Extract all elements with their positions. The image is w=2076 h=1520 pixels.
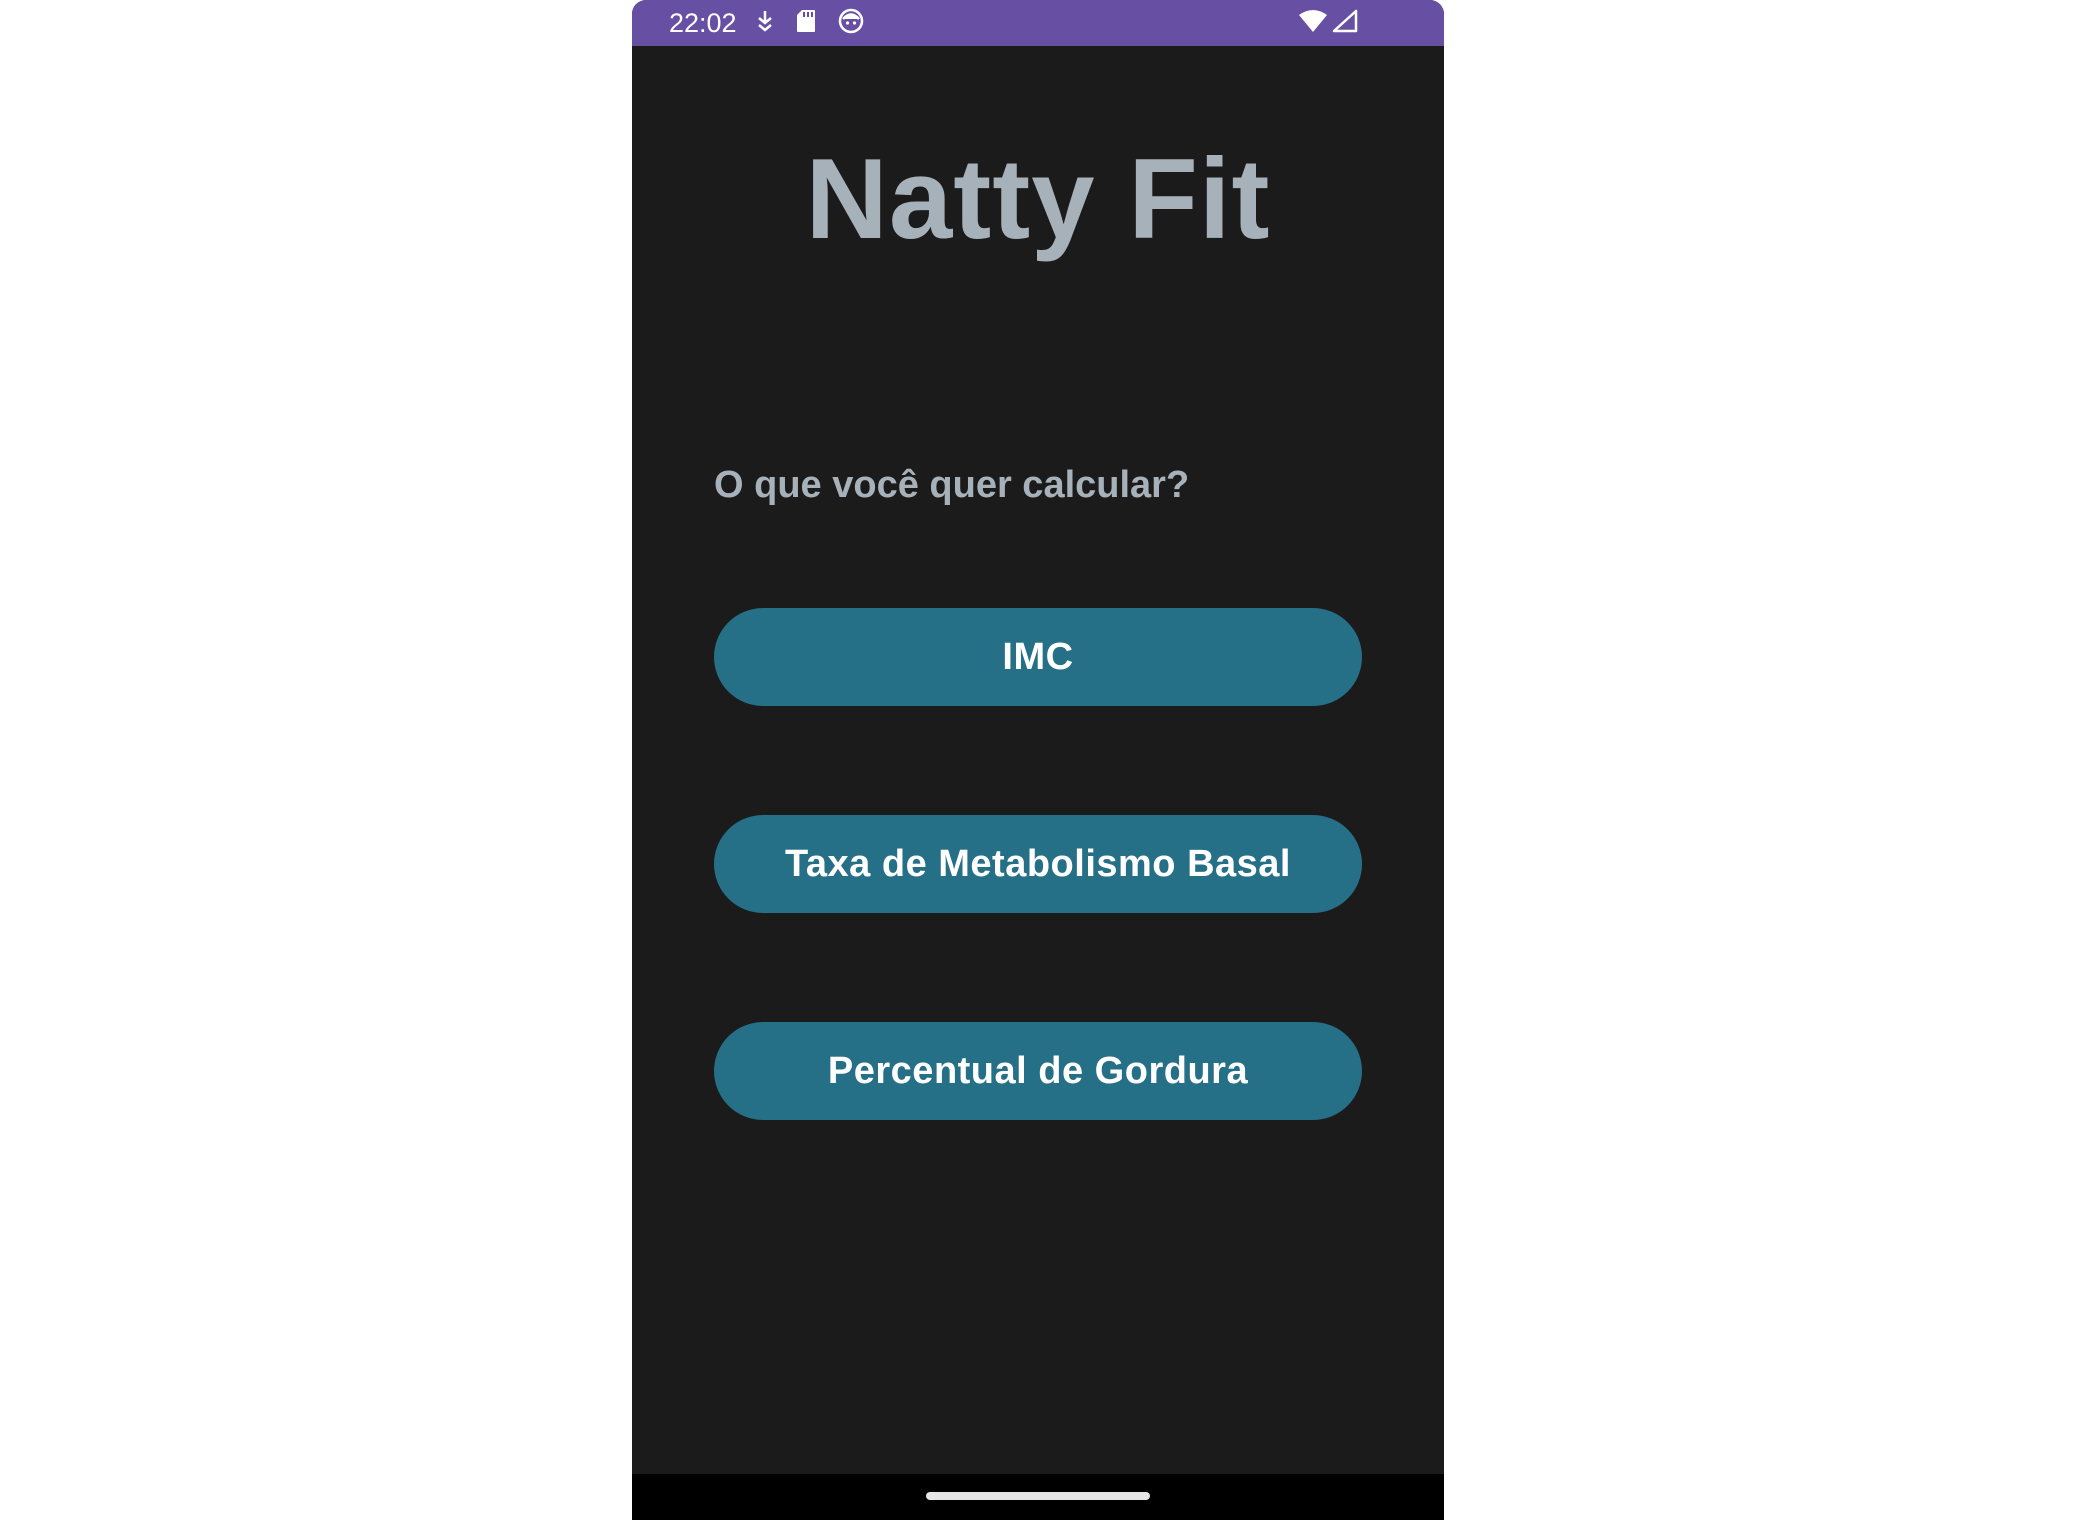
app-title: Natty Fit (805, 136, 1271, 263)
download-icon (756, 9, 774, 38)
home-gesture-handle[interactable] (926, 1492, 1150, 1500)
status-icons-right (1298, 9, 1358, 37)
status-time: 22:02 (669, 8, 737, 38)
basal-metabolism-button[interactable]: Taxa de Metabolismo Basal (714, 815, 1362, 913)
question-label: O que você quer calcular? (714, 464, 1190, 506)
phone-screen: 22:02 Natty Fit O que você quer calcular… (632, 0, 1444, 1520)
signal-icon (1332, 9, 1358, 38)
imc-button[interactable]: IMC (714, 608, 1362, 706)
status-icons-left (756, 8, 864, 39)
wifi-icon (1298, 9, 1328, 38)
status-bar: 22:02 (632, 0, 1444, 46)
body-fat-button[interactable]: Percentual de Gordura (714, 1022, 1362, 1120)
navigation-bar (632, 1474, 1444, 1520)
sd-card-icon (796, 9, 816, 38)
face-notification-icon (838, 8, 864, 39)
